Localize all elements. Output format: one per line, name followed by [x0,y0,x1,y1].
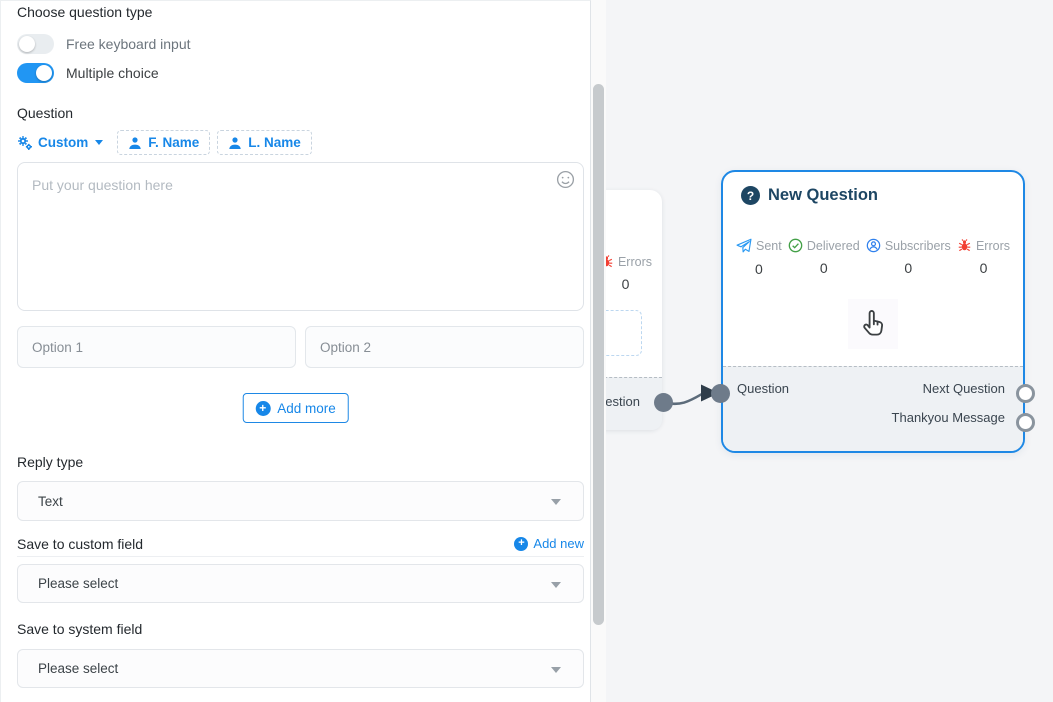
chevron-down-icon [551,582,561,588]
node-stat-sent: Sent 0 [736,238,782,277]
output-port-thankyou[interactable] [1016,413,1035,432]
free-keyboard-label: Free keyboard input [66,36,191,52]
custom-field-value: Please select [38,576,118,591]
drag-hint-area [848,299,898,349]
chevron-down-icon [95,140,103,145]
multiple-choice-toggle[interactable] [17,63,54,83]
free-keyboard-toggle[interactable] [17,34,54,54]
input-port-connector[interactable] [711,384,730,403]
save-custom-field-label: Save to custom field [17,536,143,552]
stat-value: 0 [820,260,828,276]
option-2-input[interactable] [305,326,584,368]
reply-type-select[interactable]: Text [17,481,584,521]
custom-field-select[interactable]: Please select [17,564,584,603]
app-root: Choose question type Free keyboard input… [0,0,1053,702]
question-section-label: Question [17,105,73,121]
reply-type-value: Text [38,494,63,509]
add-new-custom-field-link[interactable]: + Add new [514,536,584,551]
input-port-label: Question [737,381,789,396]
first-name-tag-button[interactable]: F. Name [117,130,210,155]
merge-tag-row: Custom F. Name L. Name [17,129,319,156]
add-more-label: Add more [277,401,336,416]
toggle-knob [36,65,52,81]
question-settings-panel: Choose question type Free keyboard input… [0,0,591,702]
panel-scrollbar[interactable] [591,0,606,702]
toggle-knob [19,36,35,52]
plus-icon: + [255,401,270,416]
gears-icon [17,135,33,151]
question-badge-icon: ? [741,186,760,205]
user-input-placeholder [606,310,642,356]
multiple-choice-label: Multiple choice [66,65,159,81]
hand-cursor-icon [856,307,890,341]
node-stat-errors: Errors 0 [957,238,1010,277]
custom-chip-label: Custom [38,135,88,150]
output-port-label: Next Question [606,394,640,409]
flow-canvas[interactable]: Errors 0 Next Question ? New Question [606,0,1053,702]
stat-label: Errors [618,255,652,269]
user-icon [228,136,242,150]
save-system-field-label: Save to system field [17,621,142,637]
output-port-connector[interactable] [654,393,673,412]
system-field-select[interactable]: Please select [17,649,584,688]
bug-icon [606,254,614,269]
stat-value: 0 [904,260,912,276]
chevron-down-icon [551,499,561,505]
stat-label: Errors [976,239,1010,253]
system-field-value: Please select [38,661,118,676]
emoji-picker-icon[interactable] [556,170,575,189]
free-keyboard-toggle-row: Free keyboard input [17,34,191,54]
last-name-tag-button[interactable]: L. Name [217,130,312,155]
add-new-label: Add new [533,536,584,551]
stat-label: Sent [756,239,782,253]
previous-question-node[interactable]: Errors 0 Next Question [606,190,662,430]
node-stat-subscribers: Subscribers 0 [866,238,951,277]
node-header: ? New Question [741,186,878,205]
custom-fields-dropdown[interactable]: Custom [17,135,103,151]
stat-label: Subscribers [885,239,951,253]
node-ports-footer: Question Next Question Thankyou Message [723,366,1023,451]
node-stats-row: Sent 0 Delivered 0 [723,238,1023,277]
add-more-button[interactable]: + Add more [242,393,349,423]
check-circle-icon [788,238,803,253]
output-port-next-question[interactable] [1016,384,1035,403]
user-icon [128,136,142,150]
multiple-choice-toggle-row: Multiple choice [17,63,159,83]
bug-icon [957,238,972,253]
stat-value: 0 [755,261,763,277]
last-name-tag-label: L. Name [248,135,301,150]
chevron-down-icon [551,667,561,673]
output-port-label-thankyou: Thankyou Message [892,410,1005,425]
stat-value: 0 [980,260,988,276]
stat-label: Delivered [807,239,860,253]
output-port-label-next-question: Next Question [923,381,1005,396]
save-custom-field-header: Save to custom field + Add new [17,536,584,557]
node-stat-errors: Errors 0 [606,254,652,292]
plus-icon: + [514,537,528,551]
question-text-input[interactable] [18,163,583,310]
reply-type-label: Reply type [17,454,83,470]
node-stat-delivered: Delivered 0 [788,238,860,277]
new-question-node[interactable]: ? New Question Sent 0 [721,170,1025,453]
paper-plane-icon [736,238,752,254]
option-1-input[interactable] [17,326,296,368]
stat-value: 0 [622,276,630,292]
node-title: New Question [768,186,878,205]
choose-question-type-label: Choose question type [17,4,152,20]
user-circle-icon [866,238,881,253]
scrollbar-thumb[interactable] [593,84,604,625]
question-text-wrapper [17,162,584,311]
first-name-tag-label: F. Name [148,135,199,150]
